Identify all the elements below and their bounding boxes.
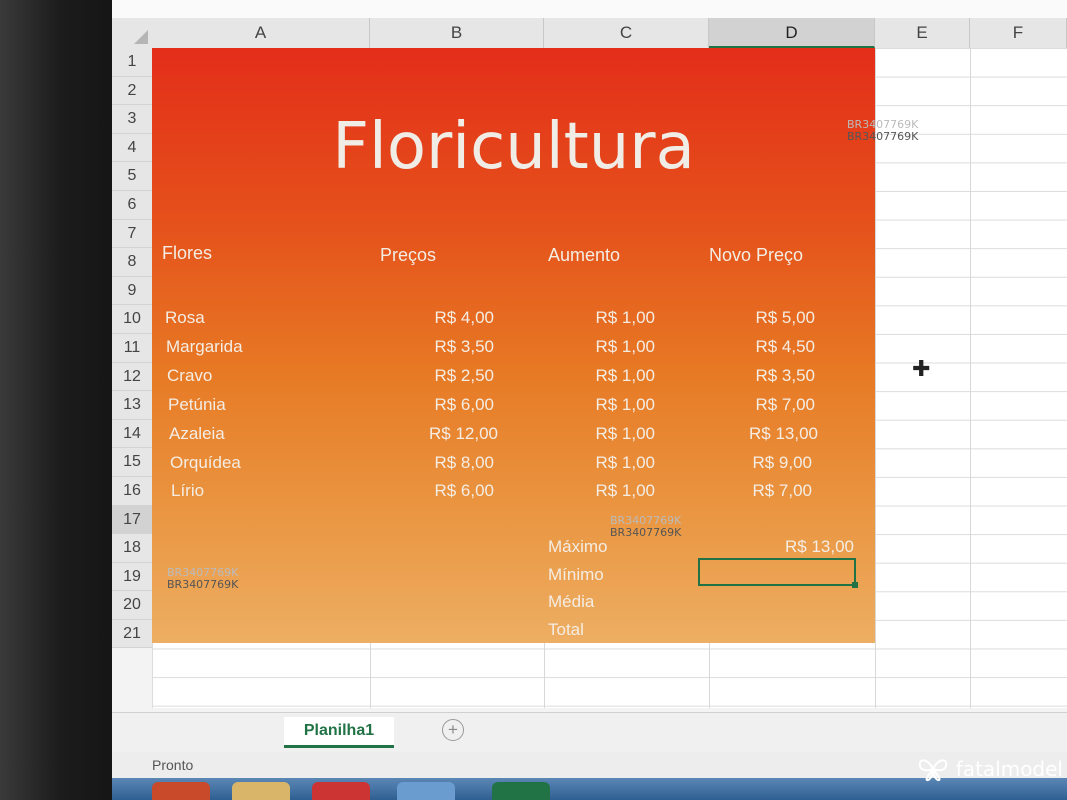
taskbar-chrome-icon[interactable] xyxy=(312,782,370,800)
row-header-selected[interactable]: 17 xyxy=(112,505,152,535)
row-header[interactable]: 7 xyxy=(112,220,152,249)
active-cell-selection[interactable] xyxy=(698,558,858,588)
row-header[interactable]: 4 xyxy=(112,134,152,163)
row-header[interactable]: 18 xyxy=(112,534,152,563)
header-aumento[interactable]: Aumento xyxy=(548,245,620,266)
cell-cursor-icon: ✚ xyxy=(912,356,931,381)
flower-name-cell[interactable]: Rosa xyxy=(165,308,205,328)
row-header[interactable]: 8 xyxy=(112,248,152,277)
row-headers: 1 2 3 4 5 6 7 8 9 10 11 12 13 14 15 16 1… xyxy=(112,48,153,649)
flower-name-cell[interactable]: Orquídea xyxy=(170,453,241,473)
status-text: Pronto xyxy=(152,757,194,773)
brand-text: fatalmodel xyxy=(955,757,1063,781)
row-header[interactable]: 5 xyxy=(112,162,152,191)
row-header[interactable]: 2 xyxy=(112,77,152,106)
row-header[interactable]: 20 xyxy=(112,591,152,620)
row-header[interactable]: 6 xyxy=(112,191,152,220)
increase-cell[interactable]: R$ 1,00 xyxy=(552,308,655,328)
row-header[interactable]: 3 xyxy=(112,105,152,134)
column-header-f[interactable]: F xyxy=(970,18,1067,48)
row-header[interactable]: 9 xyxy=(112,277,152,306)
summary-label-minimo[interactable]: Mínimo xyxy=(548,565,604,585)
new-price-cell[interactable]: R$ 5,00 xyxy=(712,308,815,328)
sheet-title[interactable]: Floricultura xyxy=(152,110,875,184)
sheet-tab-planilha1[interactable]: Planilha1 xyxy=(284,717,394,748)
flower-name-cell[interactable]: Cravo xyxy=(167,366,212,386)
column-gridline xyxy=(875,48,876,708)
summary-label-media[interactable]: Média xyxy=(548,592,594,612)
flower-name-cell[interactable]: Lírio xyxy=(171,481,204,501)
row-header[interactable]: 13 xyxy=(112,391,152,420)
header-novo-preco[interactable]: Novo Preço xyxy=(709,245,803,266)
increase-cell[interactable]: R$ 1,00 xyxy=(552,395,655,415)
price-cell[interactable]: R$ 4,00 xyxy=(392,308,494,328)
row-header[interactable]: 14 xyxy=(112,420,152,449)
flower-name-cell[interactable]: Petúnia xyxy=(168,395,226,415)
flower-name-cell[interactable]: Azaleia xyxy=(169,424,225,444)
new-price-cell[interactable]: R$ 13,00 xyxy=(712,424,818,444)
price-cell[interactable]: R$ 2,50 xyxy=(392,366,494,386)
row-header[interactable]: 16 xyxy=(112,477,152,506)
row-header[interactable]: 15 xyxy=(112,448,152,477)
add-sheet-icon[interactable]: + xyxy=(442,719,464,741)
new-price-cell[interactable]: R$ 7,00 xyxy=(712,481,812,501)
column-header-a[interactable]: A xyxy=(152,18,370,48)
row-header[interactable]: 12 xyxy=(112,363,152,392)
increase-cell[interactable]: R$ 1,00 xyxy=(552,337,655,357)
new-price-cell[interactable]: R$ 9,00 xyxy=(712,453,812,473)
increase-cell[interactable]: R$ 1,00 xyxy=(552,366,655,386)
taskbar-excel-icon[interactable] xyxy=(492,782,550,800)
price-cell[interactable]: R$ 6,00 xyxy=(392,395,494,415)
new-price-cell[interactable]: R$ 4,50 xyxy=(712,337,815,357)
row-header[interactable]: 19 xyxy=(112,563,152,592)
row-header[interactable]: 10 xyxy=(112,305,152,334)
watermark: BR3407769K BR3407769K xyxy=(847,118,919,143)
column-header-e[interactable]: E xyxy=(875,18,970,48)
price-cell[interactable]: R$ 3,50 xyxy=(392,337,494,357)
watermark: BR3407769K BR3407769K xyxy=(167,566,239,591)
butterfly-logo-icon xyxy=(918,759,947,782)
select-all-button[interactable] xyxy=(112,18,153,49)
ribbon-strip xyxy=(112,0,1067,19)
summary-label-total[interactable]: Total xyxy=(548,620,584,640)
price-cell[interactable]: R$ 8,00 xyxy=(392,453,494,473)
taskbar-app-icon[interactable] xyxy=(152,782,210,800)
column-header-c[interactable]: C xyxy=(544,18,709,48)
new-price-cell[interactable]: R$ 3,50 xyxy=(712,366,815,386)
header-precos[interactable]: Preços xyxy=(380,245,436,266)
header-flores[interactable]: Flores xyxy=(162,243,212,264)
flower-name-cell[interactable]: Margarida xyxy=(166,337,243,357)
increase-cell[interactable]: R$ 1,00 xyxy=(552,453,655,473)
taskbar-ie-icon[interactable] xyxy=(397,782,455,800)
summary-value-maximo[interactable]: R$ 13,00 xyxy=(712,537,854,557)
row-header[interactable]: 21 xyxy=(112,620,152,649)
increase-cell[interactable]: R$ 1,00 xyxy=(552,481,655,501)
column-headers: A B C D E F xyxy=(152,18,1067,49)
summary-label-maximo[interactable]: Máximo xyxy=(548,537,608,557)
column-header-d[interactable]: D xyxy=(709,18,875,48)
watermark: BR3407769K BR3407769K xyxy=(610,514,682,539)
fatalmodel-watermark: fatalmodel xyxy=(916,756,1063,782)
row-header[interactable]: 11 xyxy=(112,334,152,363)
price-cell[interactable]: R$ 6,00 xyxy=(392,481,494,501)
taskbar-folder-icon[interactable] xyxy=(232,782,290,800)
column-gridline xyxy=(970,48,971,708)
column-header-b[interactable]: B xyxy=(370,18,544,48)
price-cell[interactable]: R$ 12,00 xyxy=(392,424,498,444)
increase-cell[interactable]: R$ 1,00 xyxy=(552,424,655,444)
excel-window: A B C D E F 1 2 3 4 5 6 7 8 9 10 11 12 1… xyxy=(112,0,1067,800)
new-price-cell[interactable]: R$ 7,00 xyxy=(712,395,815,415)
sheet-tab-bar: Planilha1 + xyxy=(112,712,1067,753)
row-header[interactable]: 1 xyxy=(112,48,152,77)
